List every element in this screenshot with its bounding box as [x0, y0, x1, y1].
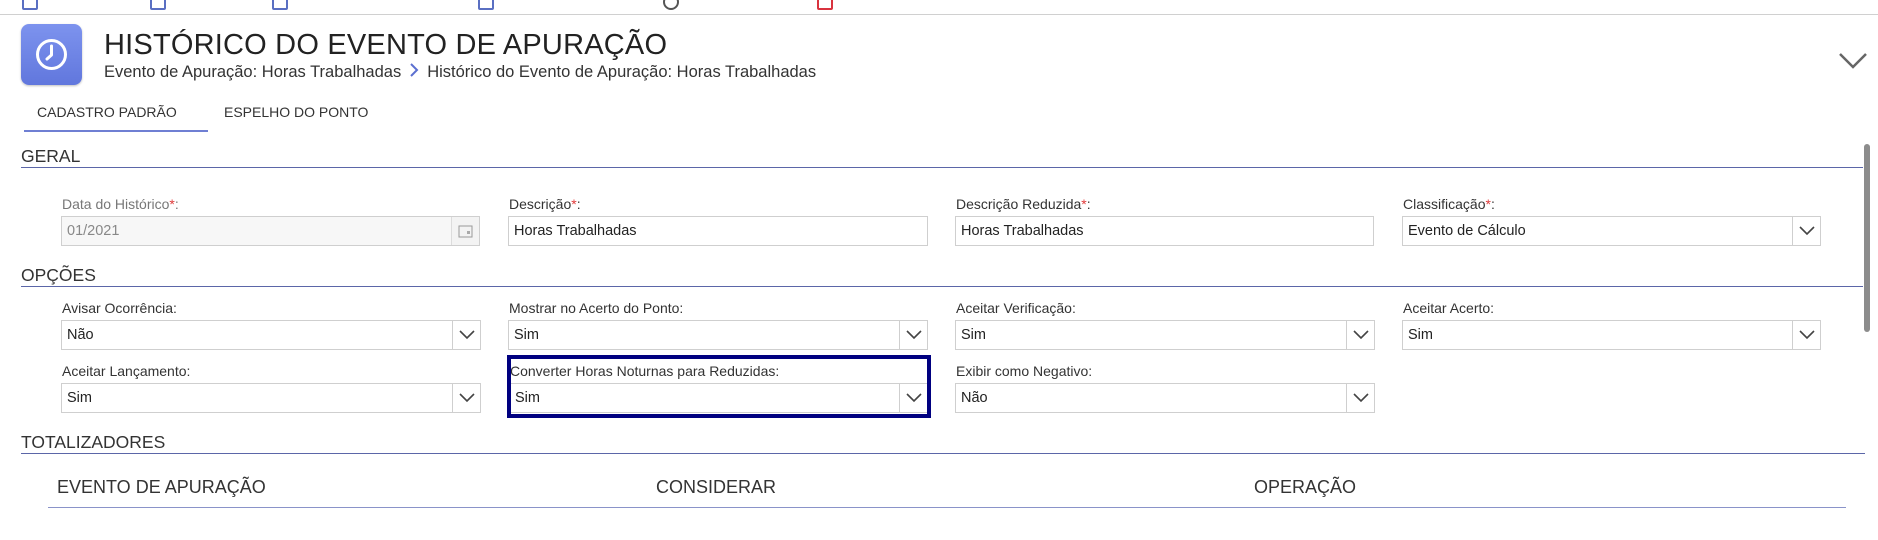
mostrar-acerto-ponto-label: Mostrar no Acerto do Ponto:: [509, 300, 684, 316]
chevron-down-icon[interactable]: [1346, 321, 1374, 349]
column-header-evento-apuracao[interactable]: EVENTO DE APURAÇÃO: [57, 477, 266, 498]
chevron-down-icon[interactable]: [452, 321, 480, 349]
file-icon[interactable]: [478, 0, 494, 10]
help-icon[interactable]: [663, 0, 679, 10]
aceitar-lancamento-select[interactable]: Sim: [61, 383, 481, 413]
table-header-divider: [48, 507, 1846, 508]
tab-espelho-do-ponto[interactable]: ESPELHO DO PONTO: [224, 100, 368, 132]
data-historico-label: Data do Histórico*:: [62, 196, 179, 212]
aceitar-verificacao-label: Aceitar Verificação:: [956, 300, 1076, 316]
classificacao-label: Classificação*:: [1403, 196, 1495, 212]
scrollbar-thumb[interactable]: [1864, 144, 1870, 332]
clock-icon: [21, 24, 82, 85]
avisar-ocorrencia-select[interactable]: Não: [61, 320, 481, 350]
tab-cadastro-padrao[interactable]: CADASTRO PADRÃO: [24, 100, 208, 132]
aceitar-acerto-label: Aceitar Acerto:: [1403, 300, 1495, 316]
section-geral-title: GERAL: [21, 146, 81, 166]
mostrar-acerto-ponto-select[interactable]: Sim: [508, 320, 928, 350]
page-title: HISTÓRICO DO EVENTO DE APURAÇÃO: [104, 29, 668, 61]
chevron-down-icon[interactable]: [452, 384, 480, 412]
breadcrumb-item-historico: Histórico do Evento de Apuração: Horas T…: [427, 63, 817, 81]
section-geral-divider: [21, 167, 1863, 168]
chevron-down-icon[interactable]: [1792, 217, 1820, 245]
collapse-chevron-icon[interactable]: [1838, 52, 1868, 75]
breadcrumb-item-evento[interactable]: Evento de Apuração: Horas Trabalhadas: [104, 63, 401, 82]
calendar-icon[interactable]: [451, 217, 479, 245]
top-toolbar: [0, 0, 1878, 15]
descricao-reduzida-label: Descrição Reduzida*:: [956, 196, 1091, 212]
edit-icon[interactable]: [22, 0, 38, 10]
descricao-reduzida-field[interactable]: Horas Trabalhadas: [955, 216, 1374, 246]
aceitar-acerto-select[interactable]: Sim: [1402, 320, 1821, 350]
column-header-considerar[interactable]: CONSIDERAR: [656, 477, 776, 498]
exibir-negativo-select[interactable]: Não: [955, 383, 1375, 413]
section-totalizadores-divider: [21, 453, 1865, 454]
delete-icon[interactable]: [272, 0, 288, 10]
classificacao-select[interactable]: Evento de Cálculo: [1402, 216, 1821, 246]
chevron-right-icon: [409, 63, 419, 82]
section-opcoes-divider: [21, 286, 1863, 287]
section-opcoes-title: OPÇÕES: [21, 265, 96, 285]
aceitar-lancamento-label: Aceitar Lançamento:: [62, 363, 191, 379]
column-header-operacao[interactable]: OPERAÇÃO: [1254, 477, 1356, 498]
avisar-ocorrencia-label: Avisar Ocorrência:: [62, 300, 177, 316]
pdf-icon[interactable]: [817, 0, 833, 10]
chevron-down-icon[interactable]: [1346, 384, 1374, 412]
focus-highlight-box: [507, 355, 931, 418]
descricao-field[interactable]: Horas Trabalhadas: [508, 216, 928, 246]
document-icon[interactable]: [150, 0, 166, 10]
chevron-down-icon[interactable]: [899, 321, 927, 349]
descricao-label: Descrição*:: [509, 196, 581, 212]
chevron-down-icon[interactable]: [1792, 321, 1820, 349]
aceitar-verificacao-select[interactable]: Sim: [955, 320, 1375, 350]
exibir-negativo-label: Exibir como Negativo:: [956, 363, 1093, 379]
data-historico-field: 01/2021: [61, 216, 480, 246]
breadcrumb: Evento de Apuração: Horas Trabalhadas Hi…: [104, 63, 816, 82]
section-totalizadores-title: TOTALIZADORES: [21, 432, 166, 452]
